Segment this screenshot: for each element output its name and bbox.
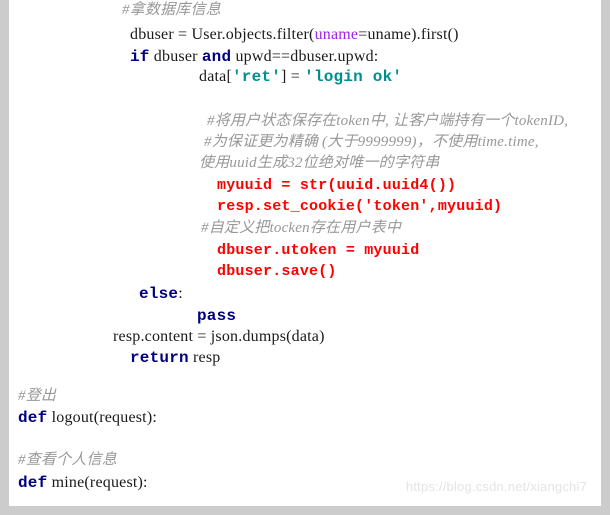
code-line: #拿数据库信息 xyxy=(122,2,221,18)
code-lines: #拿数据库信息 dbuser = User.objects.filter(unam… xyxy=(9,0,601,506)
code-line: data['ret'] = 'login ok' xyxy=(199,68,402,86)
code-token: : xyxy=(178,285,183,302)
code-token: and xyxy=(201,48,232,66)
code-token: data[ xyxy=(199,68,232,85)
code-token: def xyxy=(18,409,48,427)
code-line: def logout(request): xyxy=(18,409,157,427)
code-token: resp.content = json.dumps(data) xyxy=(113,328,325,345)
code-line: dbuser = User.objects.filter(uname=uname… xyxy=(130,26,459,43)
code-line: #将用户状态保存在token中, 让客户端持有一个tokenID, xyxy=(207,113,569,129)
code-line: resp.set_cookie('token',myuuid) xyxy=(217,198,503,215)
code-line: #为保证更为精确 (大于9999999)，不使用time.time, xyxy=(204,134,539,150)
code-line: myuuid = str(uuid.uuid4()) xyxy=(217,177,457,194)
code-line: dbuser.save() xyxy=(217,263,337,280)
code-line: dbuser.utoken = myuuid xyxy=(217,242,420,259)
code-line: 使用uuid生成32位绝对唯一的字符串 xyxy=(199,155,440,171)
code-line: else: xyxy=(139,285,183,303)
code-line: #登出 xyxy=(18,388,57,404)
code-token: def xyxy=(18,474,48,492)
code-token: 'ret' xyxy=(231,68,281,86)
code-token: pass xyxy=(197,307,237,325)
code-token: ] = xyxy=(281,68,305,85)
code-line: #自定义把tocken存在用户表中 xyxy=(201,220,402,236)
code-token: =uname).first() xyxy=(358,26,459,43)
code-line: #查看个人信息 xyxy=(18,452,117,468)
code-line: resp.content = json.dumps(data) xyxy=(113,328,325,345)
code-block: #拿数据库信息 dbuser = User.objects.filter(unam… xyxy=(0,0,610,515)
code-token: dbuser xyxy=(149,48,202,65)
code-line: if dbuser and upwd==dbuser.upwd: xyxy=(130,48,378,66)
code-token: resp xyxy=(188,349,221,366)
code-token: upwd==dbuser.upwd: xyxy=(231,48,379,65)
code-token: if xyxy=(130,48,150,66)
code-token: uname xyxy=(314,26,359,43)
code-token: mine(request): xyxy=(47,474,148,491)
code-token: return xyxy=(130,349,189,367)
code-token: 'login ok' xyxy=(304,68,403,86)
code-token: logout(request): xyxy=(47,409,158,426)
code-token: else xyxy=(139,285,179,303)
code-line: return resp xyxy=(130,349,220,367)
code-token: dbuser = User.objects.filter( xyxy=(130,26,315,43)
code-line: def mine(request): xyxy=(18,474,148,492)
code-line: pass xyxy=(197,307,236,325)
